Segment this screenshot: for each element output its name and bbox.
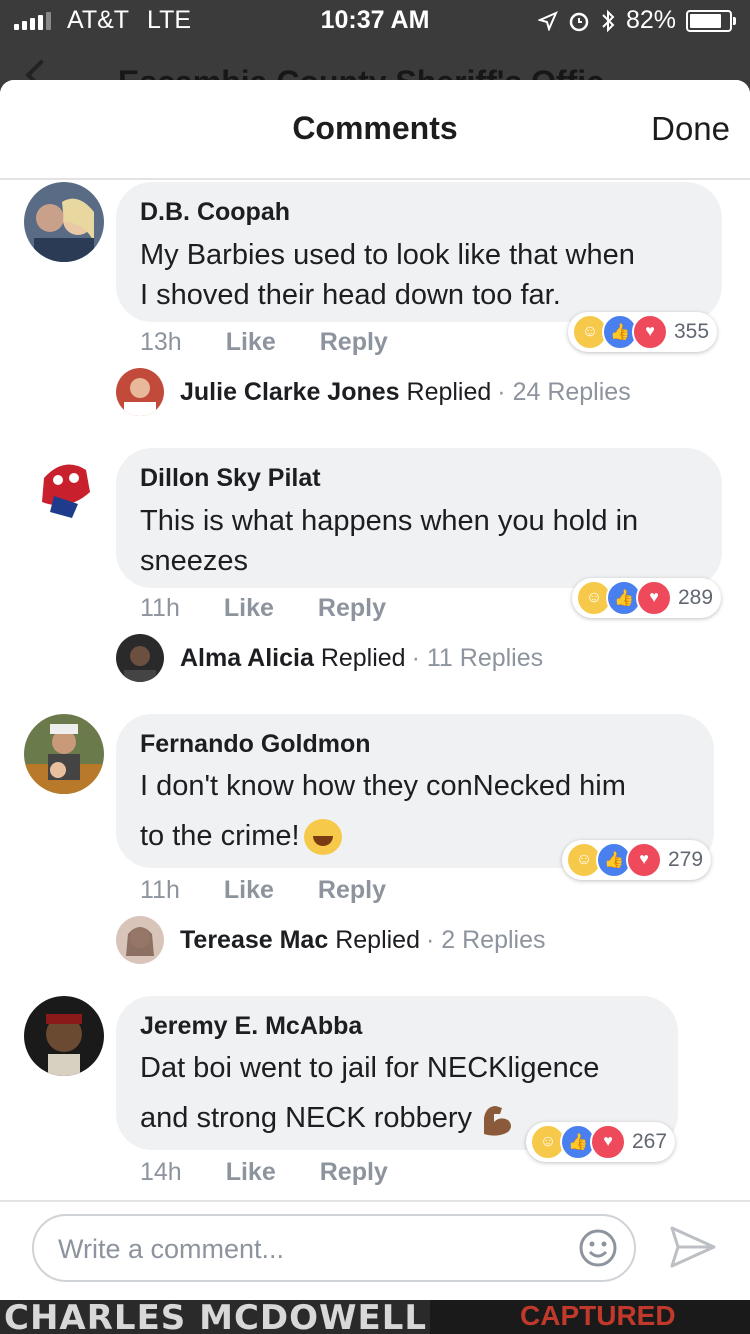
avatar[interactable] — [24, 448, 104, 528]
comment-line: This is what happens when you hold in — [140, 505, 639, 537]
flexed-biceps-icon — [484, 1106, 512, 1136]
replies-link[interactable]: Julie Clarke Jones Replied · 24 Replies — [116, 368, 631, 416]
done-button[interactable]: Done — [651, 110, 730, 148]
comment-text: My Barbies used to look like that when I… — [140, 235, 698, 315]
replier-avatar — [116, 368, 164, 416]
comment-author[interactable]: Jeremy E. McAbba — [140, 1012, 654, 1041]
replier-name: Alma Alicia — [180, 643, 314, 672]
bluetooth-icon — [602, 9, 615, 32]
love-reaction-icon: ♥ — [636, 580, 672, 616]
page-title: Comments — [292, 110, 458, 146]
like-button[interactable]: Like — [224, 594, 274, 623]
battery-icon — [686, 9, 736, 32]
location-icon — [537, 10, 558, 31]
alarm-icon — [569, 12, 589, 31]
replies-link[interactable]: Terease Mac Replied · 2 Replies — [116, 916, 545, 964]
avatar[interactable] — [24, 714, 104, 794]
reply-button[interactable]: Reply — [318, 594, 386, 623]
comment-time: 11h — [140, 594, 180, 622]
comment-text: This is what happens when you hold in sn… — [140, 501, 698, 581]
comment-author[interactable]: D.B. Coopah — [140, 198, 698, 227]
like-button[interactable]: Like — [226, 1158, 276, 1187]
avatar[interactable] — [24, 996, 104, 1076]
comment-actions: 13h Like Reply — [140, 328, 388, 357]
comment-time: 14h — [140, 1158, 182, 1186]
comment-composer — [0, 1200, 750, 1300]
comment-line: sneezes — [140, 545, 249, 577]
like-button[interactable]: Like — [226, 328, 276, 357]
replier-avatar — [116, 634, 164, 682]
battery-percent: 82% — [625, 6, 676, 34]
comments-header: Comments Done — [0, 80, 750, 180]
comment-author[interactable]: Dillon Sky Pilat — [140, 464, 698, 493]
reply-button[interactable]: Reply — [320, 328, 388, 357]
comment-actions: 11h Like Reply — [140, 594, 386, 623]
replier-name: Julie Clarke Jones — [180, 377, 400, 406]
like-button[interactable]: Like — [224, 876, 274, 905]
reaction-summary[interactable]: ☺ 👍 ♥ 355 — [568, 312, 718, 352]
reply-button[interactable]: Reply — [320, 1158, 388, 1187]
replies-count: · 2 Replies — [425, 925, 546, 954]
banner-text: CHARLES MCDOWELL — [4, 1300, 428, 1334]
comment-line: to the crime! — [140, 820, 300, 852]
comment-bubble: Dillon Sky Pilat This is what happens wh… — [116, 448, 722, 588]
love-reaction-icon: ♥ — [632, 314, 668, 350]
avatar[interactable] — [24, 182, 104, 262]
replied-label: Replied — [335, 925, 420, 954]
comment-bubble: D.B. Coopah My Barbies used to look like… — [116, 182, 722, 322]
comment-line: Dat boi went to jail for NECKligence — [140, 1052, 600, 1084]
comment-author[interactable]: Fernando Goldmon — [140, 730, 690, 759]
status-right: 82% — [537, 6, 736, 35]
love-reaction-icon: ♥ — [626, 842, 662, 878]
reaction-count: 279 — [668, 848, 704, 871]
laughing-emoji-icon — [303, 819, 342, 856]
reaction-count: 289 — [678, 586, 714, 609]
comment-line: My Barbies used to look like that when — [140, 239, 635, 271]
comment-actions: 14h Like Reply — [140, 1158, 388, 1187]
comments-sheet: Comments Done D.B. Coopah My Barbies use… — [0, 80, 750, 1300]
background-banner: CHARLES MCDOWELL CAPTURED — [0, 1300, 750, 1334]
reaction-summary[interactable]: ☺ 👍 ♥ 289 — [572, 578, 722, 618]
banner-stamp: CAPTURED — [520, 1300, 676, 1331]
reaction-summary[interactable]: ☺ 👍 ♥ 279 — [562, 840, 712, 880]
replier-name: Terease Mac — [180, 925, 329, 954]
reaction-count: 267 — [632, 1130, 668, 1153]
love-reaction-icon: ♥ — [590, 1124, 626, 1160]
comment-line: I shoved their head down too far. — [140, 279, 561, 311]
replies-link[interactable]: Alma Alicia Replied · 11 Replies — [116, 634, 543, 682]
status-bar: AT&T LTE 10:37 AM 82% — [0, 0, 750, 40]
emoji-picker-icon[interactable] — [578, 1228, 618, 1268]
replies-count: · 24 Replies — [497, 377, 631, 406]
reaction-count: 355 — [674, 320, 710, 343]
replied-label: Replied — [320, 643, 406, 672]
comment-input-box[interactable] — [32, 1214, 636, 1282]
comment-line: I don't know how they conNecked him — [140, 770, 626, 802]
replier-avatar — [116, 916, 164, 964]
replies-count: · 11 Replies — [411, 643, 544, 672]
comment-actions: 11h Like Reply — [140, 876, 386, 905]
comment-input[interactable] — [56, 1228, 560, 1270]
comment-line: and strong NECK robbery — [140, 1102, 473, 1134]
comment-time: 11h — [140, 876, 180, 904]
comment-time: 13h — [140, 328, 182, 356]
reply-button[interactable]: Reply — [318, 876, 386, 905]
send-icon[interactable] — [668, 1224, 718, 1270]
reaction-summary[interactable]: ☺ 👍 ♥ 267 — [526, 1122, 676, 1162]
replied-label: Replied — [406, 377, 492, 406]
